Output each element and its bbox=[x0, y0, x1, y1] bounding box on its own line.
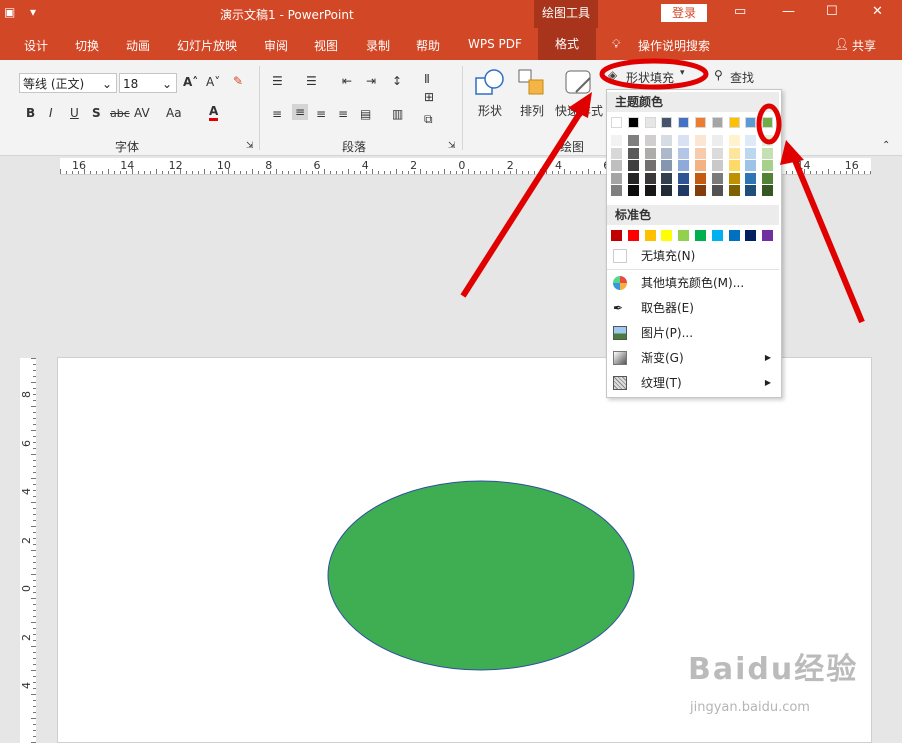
annotation-overlay bbox=[460, 58, 865, 324]
arrowhead-right bbox=[780, 140, 804, 165]
watermark-logo: Baidu经验 bbox=[688, 652, 859, 687]
highlight-circle-green-swatch bbox=[756, 103, 782, 145]
watermark-url: jingyan.baidu.com bbox=[690, 700, 810, 715]
highlight-circle-shape-fill bbox=[599, 58, 709, 90]
arrow-line-right bbox=[791, 156, 865, 324]
arrow-line-left bbox=[460, 103, 588, 298]
